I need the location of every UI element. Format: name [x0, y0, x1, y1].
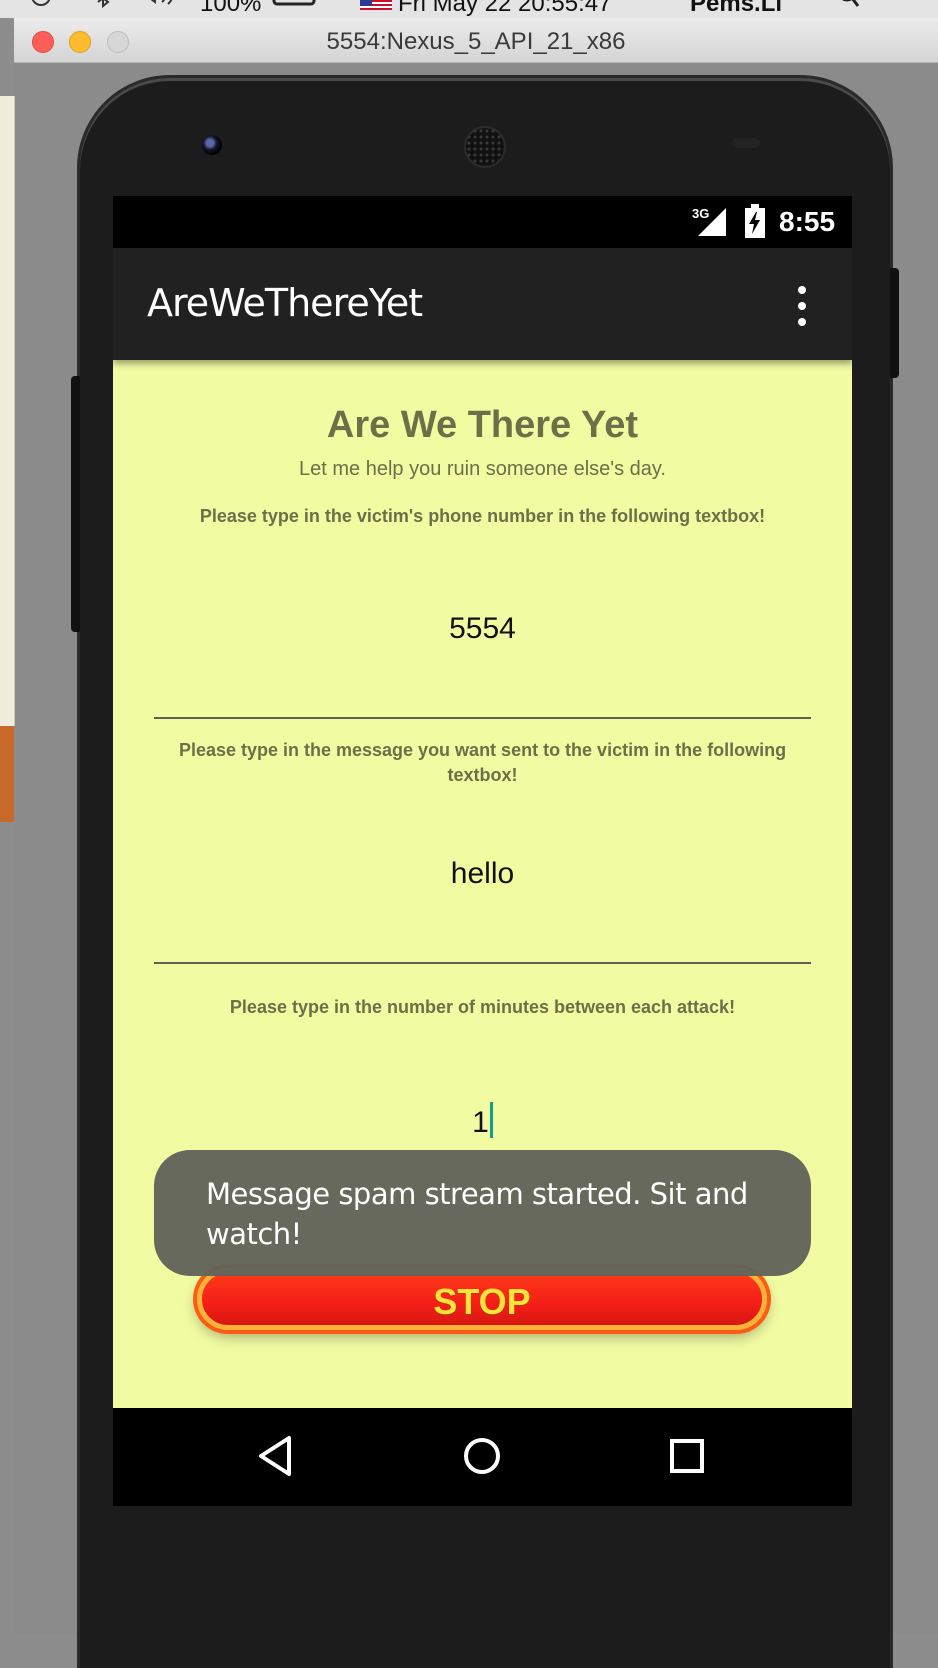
message-input[interactable]: hello — [154, 857, 811, 891]
earpiece-speaker — [464, 126, 506, 168]
back-triangle-icon[interactable] — [253, 1432, 301, 1480]
message-prompt: Please type in the message you want sent… — [178, 740, 787, 785]
spotlight-search-icon[interactable] — [838, 0, 860, 12]
more-vert-icon[interactable] — [789, 284, 815, 328]
background-app-strip — [0, 96, 15, 726]
window-titlebar[interactable]: 5554:Nexus_5_API_21_x86 — [14, 18, 938, 63]
android-status-bar: 3G 8:55 — [113, 196, 852, 248]
phone-number-input[interactable]: 5554 — [154, 612, 811, 646]
minutes-input[interactable]: 1 — [154, 1102, 811, 1140]
device-screen: 3G 8:55 AreWeThereYet Are We There Yet L… — [113, 196, 852, 1506]
volume-icon[interactable] — [138, 0, 182, 12]
battery-charging-icon — [745, 204, 765, 238]
text-cursor — [489, 1102, 493, 1138]
page-subtitle: Let me help you ruin someone else's day. — [299, 458, 666, 480]
phone-number-underline — [154, 717, 811, 719]
front-camera-icon — [202, 135, 222, 155]
stop-button-label: STOP — [433, 1281, 531, 1322]
power-button[interactable] — [890, 268, 899, 378]
mac-menubar: 100% Fri May 22 20:55:47 Pems.Li — [0, 0, 938, 18]
network-type-label: 3G — [692, 206, 709, 221]
minutes-prompt: Please type in the number of minutes bet… — [229, 997, 736, 1017]
toast-message: Message spam stream started. Sit and wat… — [206, 1177, 748, 1251]
proximity-sensor — [732, 138, 760, 148]
battery-icon[interactable] — [272, 0, 320, 12]
toast-notification: Message spam stream started. Sit and wat… — [154, 1150, 811, 1276]
recents-square-icon[interactable] — [663, 1432, 711, 1480]
android-nav-bar — [113, 1408, 852, 1506]
message-underline — [154, 962, 811, 964]
bluetooth-icon[interactable] — [92, 0, 114, 12]
page-heading: Are We There Yet — [326, 404, 639, 446]
status-time: 8:55 — [779, 206, 836, 237]
window-title: 5554:Nexus_5_API_21_x86 — [326, 28, 626, 55]
signal-3g-icon: 3G — [692, 206, 726, 236]
background-app-orange-strip — [0, 726, 14, 822]
menubar-clock[interactable]: Fri May 22 20:55:47 — [398, 0, 611, 18]
home-circle-icon[interactable] — [458, 1432, 506, 1480]
phone-number-prompt: Please type in the victim's phone number… — [199, 506, 766, 526]
battery-percent: 100% — [200, 0, 262, 17]
menubar-user[interactable]: Pems.Li — [690, 0, 782, 18]
app-title: AreWeThereYet — [147, 281, 423, 325]
main-content: Are We There Yet Let me help you ruin so… — [113, 360, 852, 1408]
app-action-bar: AreWeThereYet — [113, 248, 852, 360]
stop-button[interactable]: STOP — [197, 1268, 767, 1330]
notification-center-icon[interactable] — [906, 0, 918, 12]
minutes-value: 1 — [472, 1106, 489, 1139]
input-source-flag-icon[interactable] — [360, 0, 392, 10]
time-machine-icon[interactable] — [30, 0, 52, 12]
volume-rocker[interactable] — [71, 376, 80, 632]
